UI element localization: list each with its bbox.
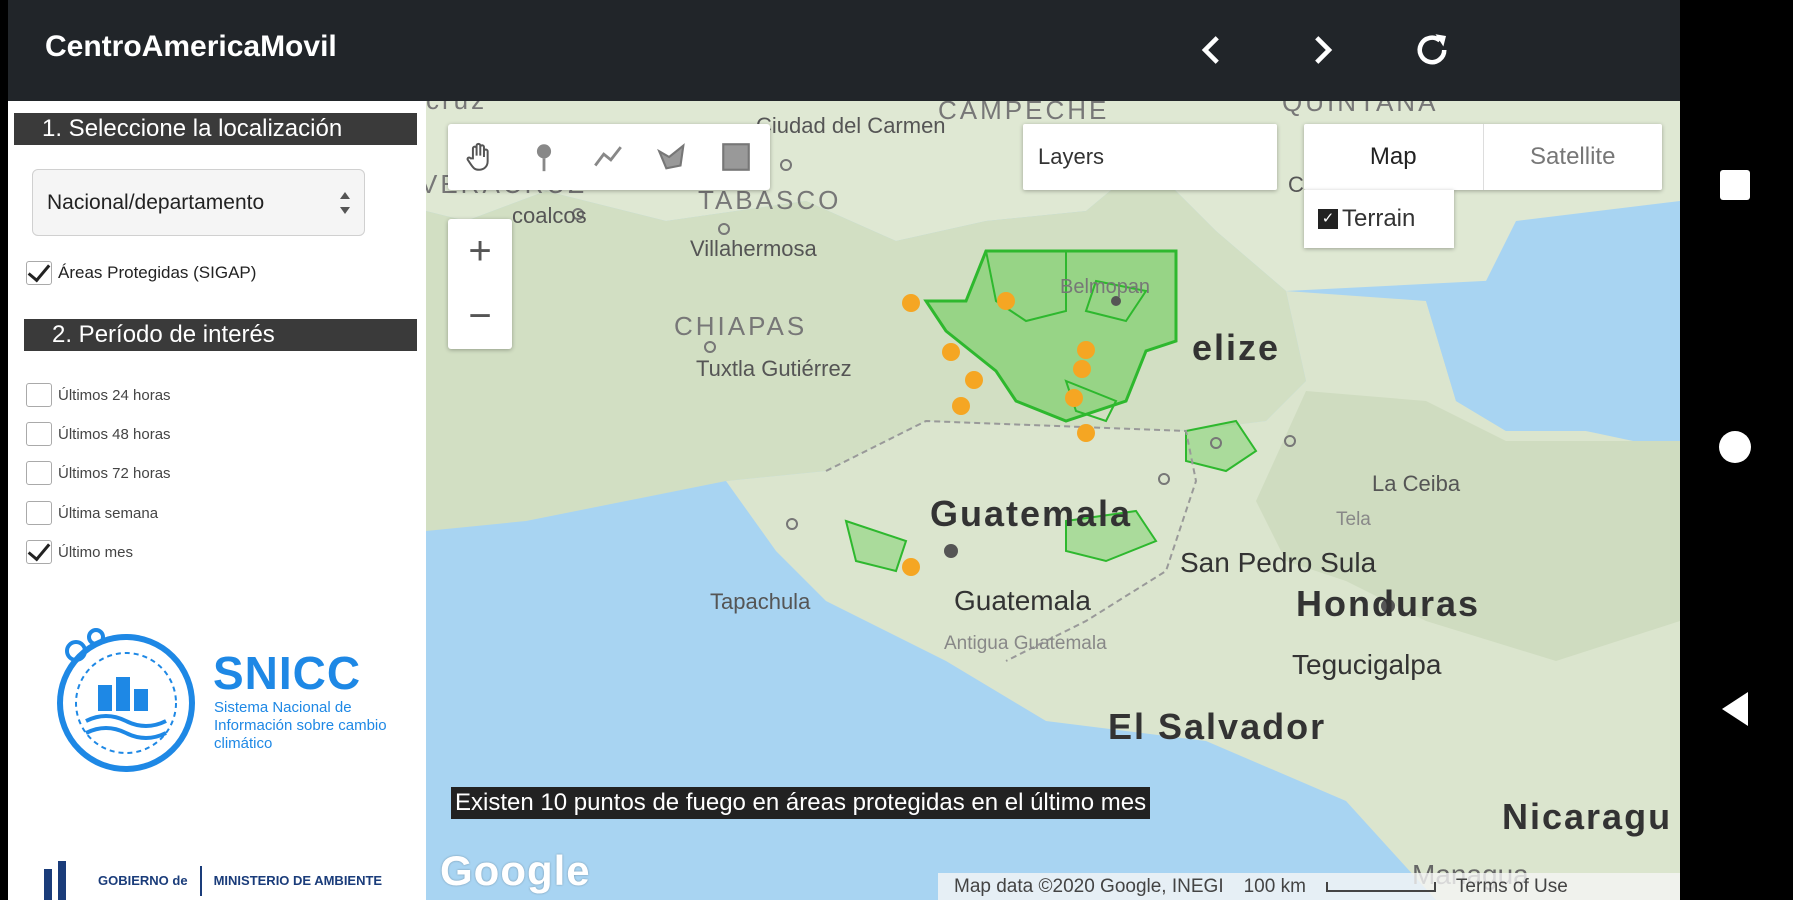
- pan-tool[interactable]: [448, 124, 512, 190]
- section-period-heading: 2. Período de interés: [24, 319, 417, 351]
- protected-areas-option[interactable]: Áreas Protegidas (SIGAP): [26, 261, 256, 285]
- label-campeche: CAMPECHE: [938, 101, 1110, 125]
- map-footer: Map data ©2020 Google, INEGI 100 km Term…: [938, 873, 1680, 900]
- terrain-option[interactable]: ✓ Terrain: [1304, 190, 1454, 248]
- period-72h-checkbox[interactable]: [26, 461, 52, 485]
- reload-button[interactable]: [1400, 18, 1464, 82]
- rectangle-icon: [722, 143, 750, 171]
- location-select[interactable]: Nacional/departamento: [32, 169, 365, 236]
- refresh-icon: [1417, 34, 1447, 65]
- gov-text-left: GOBIERNO de: [98, 873, 188, 888]
- hand-icon: [466, 142, 489, 171]
- period-option-48h[interactable]: Últimos 48 horas: [26, 422, 171, 446]
- label-quintana: QUINTANA: [1282, 101, 1439, 117]
- scale-label: 100 km: [1243, 875, 1306, 897]
- period-24h-checkbox[interactable]: [26, 383, 52, 407]
- label-nicaragua: Nicaragu: [1502, 796, 1673, 837]
- period-option-month[interactable]: Último mes: [26, 540, 133, 564]
- forward-button[interactable]: [1290, 18, 1354, 82]
- period-option-72h[interactable]: Últimos 72 horas: [26, 461, 171, 485]
- chevron-right-icon: [1315, 36, 1333, 64]
- label-belmopan: Belmopan: [1060, 276, 1151, 298]
- label-tuxtla: Tuxtla Gutiérrez: [696, 356, 852, 381]
- recents-button[interactable]: [1710, 160, 1760, 210]
- label-honduras: Honduras: [1296, 583, 1481, 624]
- period-month-label: Último mes: [58, 543, 134, 561]
- app-screen: CentroAmericaMovil 1. Seleccione la loca…: [8, 0, 1680, 900]
- label-belize: elize: [1192, 327, 1281, 368]
- label-la-ceiba: La Ceiba: [1372, 471, 1461, 496]
- line-tool[interactable]: [576, 124, 640, 190]
- google-logo: Google: [440, 847, 591, 894]
- marker-icon: [536, 144, 552, 172]
- period-72h-label: Últimos 72 horas: [58, 464, 171, 482]
- map-data-attribution: Map data ©2020 Google, INEGI: [954, 875, 1224, 897]
- period-48h-label: Últimos 48 horas: [58, 425, 171, 443]
- rectangle-tool[interactable]: [704, 124, 768, 190]
- period-month-checkbox[interactable]: [26, 540, 52, 564]
- section-location-heading: 1. Seleccione la localización: [14, 113, 417, 145]
- terrain-label: Terrain: [1342, 205, 1416, 232]
- snicc-logo-icon: [57, 628, 195, 772]
- period-24h-label: Últimos 24 horas: [58, 386, 171, 404]
- terrain-checkbox[interactable]: ✓: [1318, 209, 1338, 229]
- gov-text-right: MINISTERIO DE AMBIENTE: [213, 873, 383, 888]
- label-guatemala-country: Guatemala: [930, 493, 1133, 534]
- polygon-tool[interactable]: [640, 124, 704, 190]
- home-button[interactable]: [1710, 422, 1760, 472]
- fire-points-message: Existen 10 puntos de fuego en áreas prot…: [451, 787, 1151, 819]
- label-cruz: cruz: [426, 101, 487, 116]
- label-ciudad-carmen: Ciudad del Carmen: [756, 113, 946, 138]
- map-type-control: Map Satellite: [1304, 124, 1662, 190]
- period-option-24h[interactable]: Últimos 24 horas: [26, 383, 171, 407]
- label-coatzacoalcos: coalcos: [512, 203, 587, 228]
- location-select-value: Nacional/departamento: [47, 190, 265, 214]
- zoom-out-button[interactable]: −: [448, 284, 512, 349]
- scale-bar: [1325, 881, 1436, 892]
- marker-tool[interactable]: [512, 124, 576, 190]
- label-tela: Tela: [1336, 509, 1371, 530]
- label-chiapas: CHIAPAS: [674, 311, 808, 341]
- snicc-subtitle: Sistema Nacional de Información sobre ca…: [214, 699, 387, 752]
- period-week-label: Última semana: [58, 504, 159, 522]
- period-week-checkbox[interactable]: [26, 501, 52, 525]
- terms-link[interactable]: Terms of Use: [1456, 876, 1568, 898]
- map-type-satellite-button[interactable]: Satellite: [1484, 124, 1663, 190]
- label-san-pedro-sula: San Pedro Sula: [1180, 547, 1377, 578]
- snicc-title: SNICC: [213, 647, 362, 699]
- system-navigation-bar: [1680, 0, 1793, 900]
- protected-areas-checkbox[interactable]: [26, 261, 52, 285]
- label-tegucigalpa: Tegucigalpa: [1292, 649, 1442, 680]
- period-option-week[interactable]: Última semana: [26, 501, 158, 525]
- zoom-in-button[interactable]: +: [448, 219, 512, 284]
- gov-divider: [199, 866, 202, 896]
- select-arrows-icon: [340, 192, 350, 214]
- polygon-icon: [657, 143, 685, 170]
- sidebar: 1. Seleccione la localización Nacional/d…: [8, 101, 426, 900]
- chevron-left-icon: [1201, 36, 1219, 64]
- label-antigua: Antigua Guatemala: [944, 633, 1107, 654]
- layers-button[interactable]: Layers: [1023, 124, 1277, 190]
- app-title: CentroAmericaMovil: [45, 30, 337, 63]
- period-48h-checkbox[interactable]: [26, 422, 52, 446]
- gov-emblem-icon: [44, 861, 66, 900]
- back-button[interactable]: [1180, 18, 1244, 82]
- label-guatemala-city: Guatemala: [954, 585, 1091, 616]
- government-logo: GOBIERNO de MINISTERIO DE AMBIENTE: [38, 861, 382, 900]
- label-el-salvador: El Salvador: [1108, 706, 1327, 747]
- map-type-map-button[interactable]: Map: [1304, 124, 1484, 190]
- polyline-icon: [594, 146, 622, 167]
- protected-areas-label: Áreas Protegidas (SIGAP): [58, 263, 257, 282]
- app-bar: CentroAmericaMovil: [8, 0, 1680, 101]
- zoom-control: + −: [448, 219, 512, 349]
- back-nav-button[interactable]: [1710, 684, 1760, 734]
- drawing-toolbar: [448, 124, 770, 190]
- label-tapachula: Tapachula: [710, 589, 811, 614]
- map-view[interactable]: cruz CAMPECHE QUINTANA Ciudad del Carmen…: [426, 101, 1680, 900]
- label-villahermosa: Villahermosa: [690, 236, 817, 261]
